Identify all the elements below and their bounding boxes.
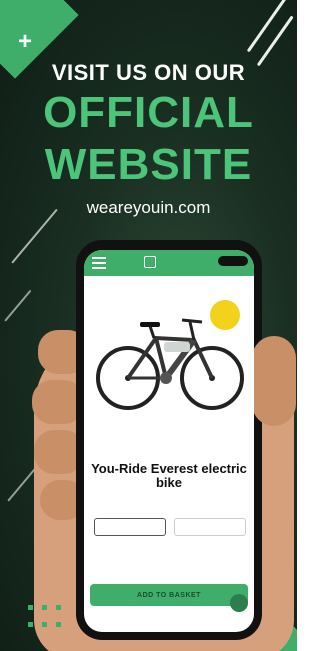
sale-badge [210,300,240,330]
app-header [84,250,254,276]
add-to-basket-button[interactable]: ADD TO BASKET [90,584,248,606]
headline-top: VISIT US ON OUR [51,60,246,85]
logo-icon [144,256,156,268]
menu-icon[interactable] [92,257,106,269]
plus-icon: + [18,28,33,55]
headline-website: WEBSITE [44,140,253,189]
decor-stripe [256,15,294,67]
ad-banner: + VISIT US ON OUR OFFICIAL WEBSITE weare… [0,0,297,651]
website-url[interactable]: weareyouin.com [0,198,297,218]
product-title: You-Ride Everest electric bike [91,461,247,490]
chat-icon[interactable] [230,594,248,612]
thumb [252,336,296,426]
decor-stripe [4,289,32,322]
phone-screen: You-Ride Everest electric bike ADD TO BA… [84,250,254,632]
headline-official: OFFICIAL [43,88,254,137]
phone-notch [218,256,248,266]
dot-grid-decor [28,605,68,633]
size-option[interactable] [174,518,246,536]
size-option-selected[interactable] [94,518,166,536]
